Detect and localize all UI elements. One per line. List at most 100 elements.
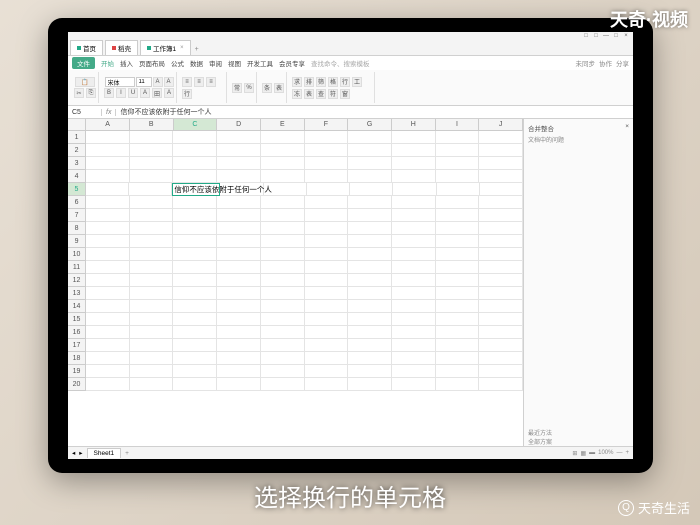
cell-I20[interactable] <box>436 378 480 391</box>
cell-I7[interactable] <box>436 209 480 222</box>
cell-H15[interactable] <box>392 313 436 326</box>
cell-B18[interactable] <box>130 352 174 365</box>
cell-A18[interactable] <box>86 352 130 365</box>
menu-formula[interactable]: 公式 <box>171 58 184 68</box>
cell-A8[interactable] <box>86 222 130 235</box>
cell-H5[interactable] <box>393 183 436 196</box>
row-header-1[interactable]: 1 <box>68 131 86 144</box>
cell-H9[interactable] <box>392 235 436 248</box>
cell-J3[interactable] <box>479 157 523 170</box>
cell-G10[interactable] <box>348 248 392 261</box>
row-header-11[interactable]: 11 <box>68 261 86 274</box>
cell-A4[interactable] <box>86 170 130 183</box>
freeze-button[interactable]: 冻 <box>292 89 302 99</box>
cell-I1[interactable] <box>436 131 480 144</box>
cell-J11[interactable] <box>479 261 523 274</box>
cut-button[interactable]: ✂ <box>74 88 84 98</box>
wrap-button[interactable]: 行 <box>182 89 192 99</box>
cell-H14[interactable] <box>392 300 436 313</box>
cell-E6[interactable] <box>261 196 305 209</box>
row-header-17[interactable]: 17 <box>68 339 86 352</box>
col-header-B[interactable]: B <box>130 119 174 130</box>
cell-A6[interactable] <box>86 196 130 209</box>
cell-G2[interactable] <box>348 144 392 157</box>
menu-review[interactable]: 审阅 <box>209 58 222 68</box>
cell-G14[interactable] <box>348 300 392 313</box>
maximize-button[interactable]: □ <box>612 33 620 41</box>
cell-B7[interactable] <box>130 209 174 222</box>
cell-I4[interactable] <box>436 170 480 183</box>
cell-B11[interactable] <box>130 261 174 274</box>
cell-C19[interactable] <box>173 365 217 378</box>
doc-tab-workbook[interactable]: 工作簿1× <box>140 40 191 55</box>
cell-F8[interactable] <box>305 222 349 235</box>
cell-A20[interactable] <box>86 378 130 391</box>
cell-C9[interactable] <box>173 235 217 248</box>
doc-tab-docer[interactable]: 稻壳 <box>105 40 138 55</box>
menu-data[interactable]: 数据 <box>190 58 203 68</box>
filter-button[interactable]: 筛 <box>316 77 326 87</box>
cell-E16[interactable] <box>261 326 305 339</box>
cell-H13[interactable] <box>392 287 436 300</box>
cell-C15[interactable] <box>173 313 217 326</box>
cell-E2[interactable] <box>261 144 305 157</box>
cell-F9[interactable] <box>305 235 349 248</box>
cell-C4[interactable] <box>173 170 217 183</box>
cell-C11[interactable] <box>173 261 217 274</box>
cell-B12[interactable] <box>130 274 174 287</box>
row-header-15[interactable]: 15 <box>68 313 86 326</box>
formula-input[interactable]: 信仰不应该依附于任何一个人 <box>116 107 633 117</box>
minimize-button[interactable]: — <box>602 33 610 41</box>
cell-F6[interactable] <box>305 196 349 209</box>
sum-button[interactable]: 求 <box>292 77 302 87</box>
view-page-icon[interactable]: ▦ <box>580 450 586 457</box>
new-tab-button[interactable]: + <box>191 44 203 55</box>
cell-E18[interactable] <box>261 352 305 365</box>
cell-I5[interactable] <box>437 183 480 196</box>
view-break-icon[interactable]: ▬ <box>589 450 595 457</box>
cell-G18[interactable] <box>348 352 392 365</box>
cell-E3[interactable] <box>261 157 305 170</box>
row-button[interactable]: 行 <box>340 77 350 87</box>
cell-I8[interactable] <box>436 222 480 235</box>
menu-insert[interactable]: 插入 <box>120 58 133 68</box>
menu-start[interactable]: 开始 <box>101 58 114 68</box>
cell-J13[interactable] <box>479 287 523 300</box>
row-header-20[interactable]: 20 <box>68 378 86 391</box>
col-header-F[interactable]: F <box>305 119 349 130</box>
cell-H2[interactable] <box>392 144 436 157</box>
cell-D4[interactable] <box>217 170 261 183</box>
cell-G5[interactable] <box>350 183 393 196</box>
row-header-16[interactable]: 16 <box>68 326 86 339</box>
cell-F20[interactable] <box>305 378 349 391</box>
cell-D20[interactable] <box>217 378 261 391</box>
menu-layout[interactable]: 页面布局 <box>139 58 165 68</box>
col-header-A[interactable]: A <box>86 119 130 130</box>
cell-G13[interactable] <box>348 287 392 300</box>
cell-D7[interactable] <box>217 209 261 222</box>
cell-F5[interactable] <box>307 183 350 196</box>
row-header-5[interactable]: 5 <box>68 183 86 196</box>
border-button[interactable]: 田 <box>152 88 162 98</box>
cell-C2[interactable] <box>173 144 217 157</box>
cell-G4[interactable] <box>348 170 392 183</box>
cell-A9[interactable] <box>86 235 130 248</box>
close-button[interactable]: × <box>622 33 630 41</box>
cell-F3[interactable] <box>305 157 349 170</box>
cell-I12[interactable] <box>436 274 480 287</box>
close-icon[interactable]: × <box>180 45 184 51</box>
fx-button[interactable]: fx <box>102 109 116 116</box>
cell-H11[interactable] <box>392 261 436 274</box>
cell-J14[interactable] <box>479 300 523 313</box>
add-sheet-button[interactable]: + <box>125 450 129 457</box>
cell-C10[interactable] <box>173 248 217 261</box>
cell-J20[interactable] <box>479 378 523 391</box>
cell-B2[interactable] <box>130 144 174 157</box>
doc-tab-home[interactable]: 首页 <box>70 40 103 55</box>
cell-F15[interactable] <box>305 313 349 326</box>
cell-E4[interactable] <box>261 170 305 183</box>
cell-D11[interactable] <box>217 261 261 274</box>
cell-I16[interactable] <box>436 326 480 339</box>
cell-F11[interactable] <box>305 261 349 274</box>
cell-B16[interactable] <box>130 326 174 339</box>
